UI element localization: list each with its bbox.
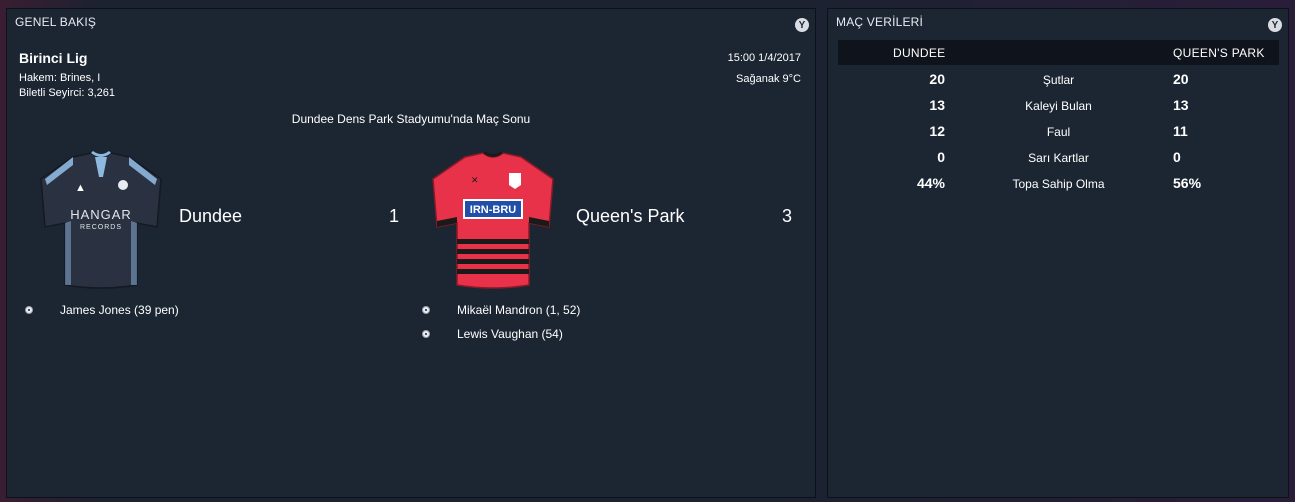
stat-row: 44% Topa Sahip Olma 56% [838,175,1279,201]
stat-label: Sarı Kartlar [1028,151,1089,165]
home-scorer[interactable]: James Jones (39 pen) [60,303,179,317]
home-team-name[interactable]: Dundee [179,206,242,227]
stat-row: 12 Faul 11 [838,123,1279,149]
stat-away-value: 56% [1173,175,1202,191]
stat-label: Şutlar [1042,73,1075,87]
panel-title: GENEL BAKIŞ [15,15,97,29]
referee-text: Hakem: Brines, I [19,72,101,84]
stats-header: DUNDEE QUEEN'S PARK [838,40,1279,65]
away-kit-image: ✕ IRN-BRU [432,151,554,289]
away-scorer[interactable]: Lewis Vaughan (54) [457,327,563,341]
kickoff-datetime: 15:00 1/4/2017 [727,52,801,64]
overview-panel: GENEL BAKIŞ Y Birinci Lig Hakem: Brines,… [6,8,816,498]
stats-away-label: QUEEN'S PARK [1173,46,1265,60]
stat-away-value: 13 [1173,97,1189,113]
stat-row: 20 Şutlar 20 [838,71,1279,97]
home-kit-sponsor: HANGAR [70,207,132,222]
panel-title: MAÇ VERİLERİ [836,15,924,29]
match-stats-panel: MAÇ VERİLERİ Y DUNDEE QUEEN'S PARK 20 Şu… [827,8,1289,498]
venue-result: Dundee Dens Park Stadyumu'nda Maç Sonu [291,112,531,126]
stat-row: 0 Sarı Kartlar 0 [838,149,1279,175]
stats-home-label: DUNDEE [893,46,946,60]
attendance-text: Biletli Seyirci: 3,261 [19,87,115,99]
weather-text: Sağanak 9°C [736,73,801,85]
stat-away-value: 0 [1173,149,1181,165]
home-kit-sponsor-sub: RECORDS [80,224,122,231]
stat-away-value: 11 [1173,123,1188,139]
home-score: 1 [389,206,400,226]
svg-text:✕: ✕ [471,175,479,185]
away-score: 3 [782,206,793,226]
football-icon [422,306,430,314]
stat-label: Topa Sahip Olma [1012,177,1105,191]
stat-away-value: 20 [1173,71,1189,87]
away-kit-sponsor: IRN-BRU [470,204,516,216]
competition-name[interactable]: Birinci Lig [19,50,87,66]
stat-label: Kaleyi Bulan [1025,99,1092,113]
football-icon [25,306,33,314]
panel-menu-icon[interactable]: Y [795,18,809,32]
home-kit-image: ▲ HANGAR RECORDS [40,151,162,289]
panel-menu-icon[interactable]: Y [1268,18,1282,32]
stat-row: 13 Kaleyi Bulan 13 [838,97,1279,123]
away-scorer[interactable]: Mikaël Mandron (1, 52) [457,303,580,317]
away-team-name[interactable]: Queen's Park [576,206,685,227]
stat-label: Faul [1046,125,1071,139]
svg-text:▲: ▲ [75,182,86,194]
football-icon [422,330,430,338]
